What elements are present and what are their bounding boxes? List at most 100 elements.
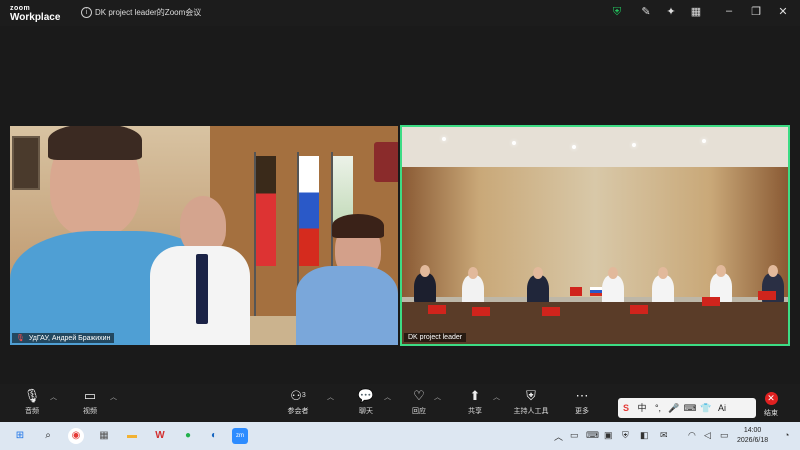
mic-muted-icon: 🎙 — [16, 335, 25, 342]
delegate-head — [658, 267, 668, 279]
tray-app-icon[interactable]: ✉ — [660, 430, 668, 441]
shield-icon: ⛨ — [526, 388, 536, 403]
delegate-head — [533, 267, 543, 279]
end-meeting-button[interactable]: ✕ 结束 — [758, 388, 784, 418]
apps-grid-icon[interactable]: ▦ — [690, 6, 702, 18]
logo-line2: Workplace — [10, 12, 61, 23]
wechat-icon[interactable]: ● — [180, 428, 196, 444]
ime-voice-icon[interactable]: 🎤 — [666, 398, 682, 418]
chat-label: 聊天 — [359, 408, 373, 415]
taskbar-clock[interactable]: 14:00 2026/6/18 — [737, 426, 768, 446]
file-explorer-icon[interactable]: ▬ — [124, 428, 140, 444]
more-button[interactable]: ⋯ 更多 — [562, 388, 602, 416]
chrome-icon[interactable]: ◉ — [68, 428, 84, 444]
russia-flag — [590, 287, 602, 296]
ime-skin-icon[interactable]: 👕 — [698, 398, 714, 418]
nameplate — [542, 307, 560, 316]
participant-blouse — [296, 266, 398, 345]
wps-office-icon[interactable]: W — [152, 428, 168, 444]
share-screen-icon: ⬆ — [469, 388, 481, 403]
tray-keyboard-icon[interactable]: ⌨ — [586, 430, 599, 441]
participants-options-caret-icon[interactable]: ︿ — [327, 392, 334, 402]
video-options-caret-icon[interactable]: ︿ — [110, 392, 117, 402]
ai-sparkle-icon[interactable]: ✦ — [665, 6, 677, 18]
participant-tie — [196, 254, 208, 324]
video-camera-icon: ▭ — [83, 388, 97, 403]
participant-name: УдГАУ, Андрей Бражихин — [28, 335, 111, 342]
video-label: 视频 — [83, 408, 97, 415]
microphone-icon: 🎙 — [23, 388, 41, 403]
video-tile-right[interactable]: DK project leader — [400, 125, 790, 346]
notification-bell-icon[interactable]: ◔ — [784, 430, 789, 440]
calculator-icon[interactable]: ▦ — [96, 428, 112, 444]
zoom-app-icon[interactable]: zm — [232, 428, 248, 444]
delegate-head — [468, 267, 478, 279]
audio-options-caret-icon[interactable]: ︿ — [50, 392, 57, 402]
ceiling-light — [572, 145, 576, 149]
participants-label: 参会者 — [287, 408, 309, 415]
chat-button[interactable]: 💬 聊天 — [346, 388, 386, 416]
participants-button[interactable]: ⚇3 参会者 — [278, 388, 318, 416]
tray-security-icon[interactable]: ⛨ — [622, 430, 629, 441]
nameplate — [702, 297, 720, 306]
wifi-icon[interactable]: ◠ — [688, 430, 696, 441]
clock-date: 2026/6/18 — [737, 437, 769, 444]
volume-icon[interactable]: ◁ — [704, 430, 711, 441]
participant-hair — [48, 126, 142, 160]
delegate-head — [608, 267, 618, 279]
minimize-icon[interactable]: – — [722, 5, 736, 17]
close-icon[interactable]: ✕ — [776, 5, 790, 18]
share-button[interactable]: ⬆ 共享 — [455, 388, 495, 416]
meeting-title: DK project leader的Zoom会议 — [95, 8, 202, 17]
zoom-logo: zoom Workplace — [10, 4, 61, 23]
participants-count: 3 — [301, 392, 306, 399]
video-tile-left[interactable]: 🎙 УдГАУ, Андрей Бражихин — [10, 126, 398, 345]
heart-icon: ♡ — [413, 388, 425, 403]
ceiling-light — [512, 141, 516, 145]
participant-name: DK project leader — [408, 334, 463, 341]
delegate-head — [716, 265, 726, 277]
tray-overflow-caret-icon[interactable]: ︿ — [554, 430, 563, 443]
search-icon[interactable]: ⌕ — [40, 428, 56, 444]
host-tools-button[interactable]: ⛨ 主持人工具 — [511, 388, 551, 416]
tray-app-icon[interactable]: ▭ — [570, 430, 579, 441]
sogou-logo-icon[interactable]: S — [618, 398, 634, 418]
info-icon[interactable]: i — [81, 7, 92, 18]
tray-app-icon[interactable]: ◧ — [640, 430, 649, 441]
ime-ai-icon[interactable]: Ai — [714, 398, 730, 418]
video-stage: 🎙 УдГАУ, Андрей Бражихин DK project lead… — [0, 26, 800, 384]
ime-toolbar[interactable]: S 中 °, 🎤 ⌨ 👕 Ai — [618, 398, 756, 418]
title-bar: zoom Workplace i DK project leader的Zoom会… — [0, 0, 800, 26]
reactions-options-caret-icon[interactable]: ︿ — [434, 392, 441, 402]
chat-bubble-icon: 💬 — [357, 388, 375, 403]
maximize-icon[interactable]: ❐ — [749, 5, 763, 18]
audio-button[interactable]: 🎙 音频 — [12, 388, 52, 416]
reactions-button[interactable]: ♡ 回应 — [399, 388, 439, 416]
annotate-pen-icon[interactable]: ✎ — [640, 6, 652, 18]
end-x-icon: ✕ — [764, 392, 778, 405]
tray-app-icon[interactable]: ▣ — [604, 430, 613, 441]
windows-start-icon[interactable]: ⊞ — [12, 428, 28, 444]
nameplate — [472, 307, 490, 316]
more-dots-icon: ⋯ — [575, 388, 589, 403]
russia-flag — [299, 156, 319, 266]
nameplate — [428, 305, 446, 314]
video-button[interactable]: ▭ 视频 — [70, 388, 110, 416]
participant-name-tag: DK project leader — [404, 333, 467, 342]
regional-flag — [256, 156, 276, 266]
edge-browser-icon[interactable]: ◐ — [206, 428, 222, 444]
chat-options-caret-icon[interactable]: ︿ — [384, 392, 391, 402]
end-label: 结束 — [764, 410, 778, 417]
share-options-caret-icon[interactable]: ︿ — [493, 392, 500, 402]
ceiling-light — [632, 143, 636, 147]
more-label: 更多 — [575, 408, 589, 415]
ceiling — [402, 127, 788, 167]
share-label: 共享 — [468, 408, 482, 415]
battery-icon[interactable]: ▭ — [720, 430, 729, 441]
nameplate — [630, 305, 648, 314]
encryption-shield-icon[interactable]: ⛨ — [611, 6, 623, 18]
ime-chinese-mode[interactable]: 中 — [634, 398, 650, 418]
ime-keyboard-icon[interactable]: ⌨ — [682, 398, 698, 418]
coat-of-arms-emblem — [374, 142, 398, 182]
ime-punctuation[interactable]: °, — [650, 398, 666, 418]
